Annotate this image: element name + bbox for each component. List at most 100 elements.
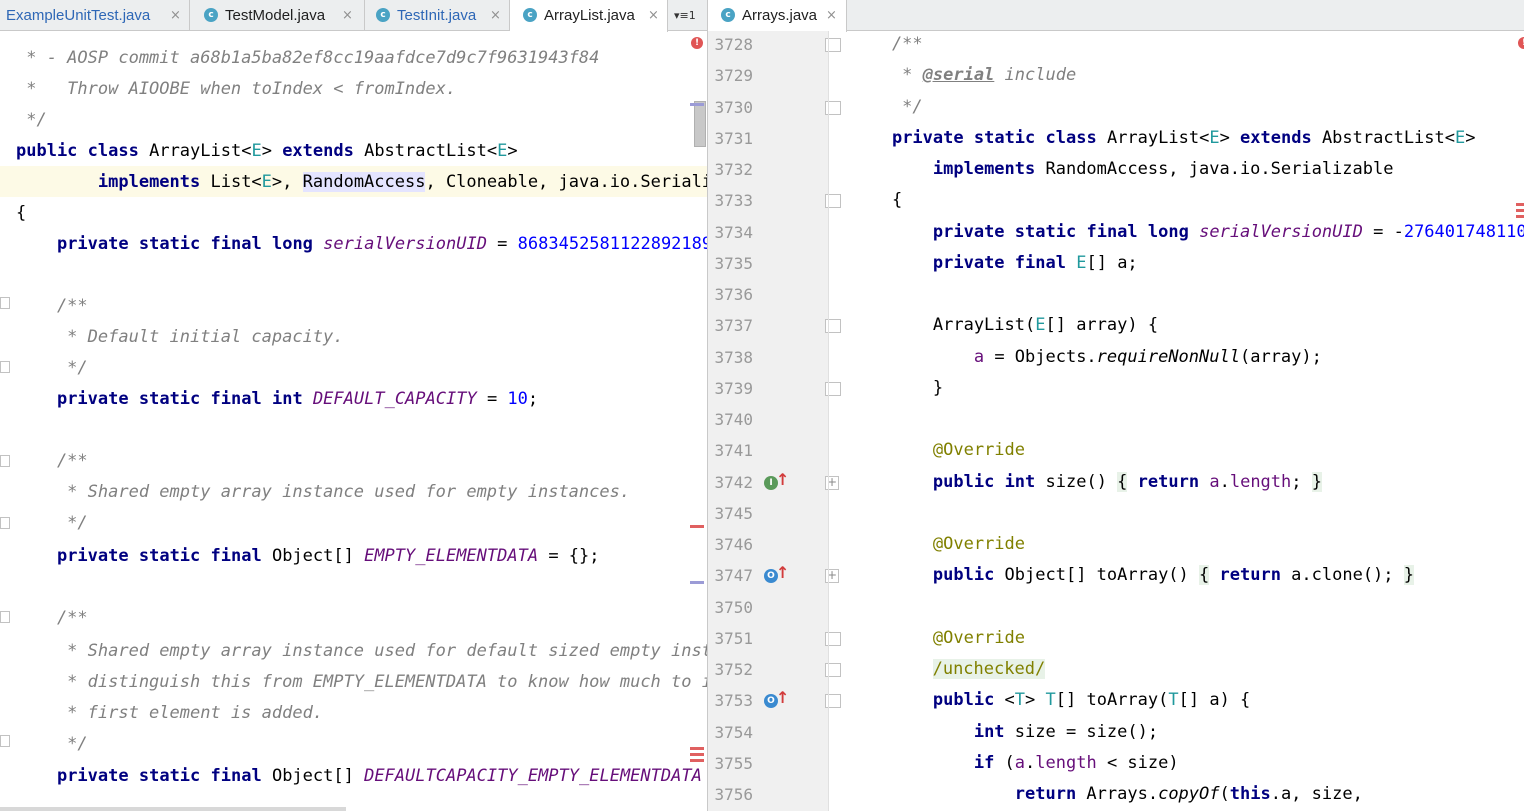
error-icon: !: [691, 37, 703, 49]
code-comment: * - AOSP commit a68b1a5ba82ef8cc19aafdce…: [16, 48, 600, 68]
close-icon[interactable]: ×: [648, 0, 659, 31]
line-number: 3733: [714, 191, 753, 211]
up-arrow-icon[interactable]: ↑: [776, 563, 789, 582]
code-line: private static final int DEFAULT_CAPACIT…: [56, 389, 539, 409]
tab-arraylist[interactable]: c ArrayList.java ×: [510, 0, 668, 32]
change-marker: [690, 103, 704, 106]
code-comment: * Shared empty array instance used for e…: [16, 482, 631, 502]
code-line: if (a.length < size): [973, 752, 1179, 773]
code-line: * Shared empty array instance used for d…: [16, 636, 707, 667]
error-marker: [1516, 209, 1524, 212]
code-line: {: [16, 203, 27, 223]
line-number: 3755: [714, 753, 753, 773]
left-tab-bar: ExampleUnitTest.java × c TestModel.java …: [0, 0, 707, 32]
line-number: 3750: [714, 597, 753, 617]
fold-marker[interactable]: [0, 735, 10, 747]
line-number: 3753: [714, 691, 753, 711]
code-line: * Default initial capacity.: [16, 322, 344, 353]
line-number: 3735: [714, 253, 753, 273]
line-number: 3732: [714, 160, 753, 179]
code-line: return Arrays.copyOf(this.a, size,: [1014, 784, 1363, 804]
line-number: 3747: [714, 566, 753, 586]
code-comment: */: [16, 110, 47, 130]
error-marker: [690, 525, 704, 528]
line-number: 3731: [714, 128, 753, 148]
tab-test-init[interactable]: c TestInit.java ×: [365, 0, 510, 31]
line-number: 3736: [714, 285, 753, 304]
code-line: implements List<E>, RandomAccess, Clonea…: [97, 172, 707, 192]
fold-marker[interactable]: [0, 517, 10, 529]
tab-label: Arrays.java: [742, 7, 818, 24]
line-number: 3756: [714, 785, 753, 804]
code-line: public int size() { return a.length; }: [932, 471, 1322, 492]
code-line: public Object[] toArray() { return a.clo…: [932, 565, 1415, 586]
tab-test-model[interactable]: c TestModel.java ×: [190, 0, 365, 31]
line-number: 3734: [714, 222, 753, 242]
tab-label: ExampleUnitTest.java: [6, 7, 151, 24]
change-marker: [690, 581, 704, 584]
code-line: private final E[] a;: [932, 252, 1138, 273]
code-line: private static final long serialVersionU…: [56, 234, 707, 254]
code-line: /**: [16, 446, 88, 477]
line-number: 3737: [714, 316, 753, 336]
line-number: 3729: [714, 66, 753, 86]
error-marker: [690, 759, 704, 762]
left-editor[interactable]: * - AOSP commit a68b1a5ba82ef8cc19aafdce…: [0, 31, 707, 811]
code-line: @Override: [932, 440, 1026, 461]
error-marker: [690, 753, 704, 756]
line-number: 3752: [714, 660, 753, 679]
error-marker: [1516, 215, 1524, 218]
scrollbar-thumb[interactable]: [694, 101, 706, 147]
line-number: 3745: [714, 503, 753, 523]
code-line: int size = size();: [973, 721, 1159, 742]
code-line: implements RandomAccess, java.io.Seriali…: [932, 159, 1394, 179]
code-comment: * Shared empty array instance used for d…: [67, 641, 707, 661]
code-line: private static final Object[] DEFAULTCAP…: [56, 766, 702, 786]
code-line: * distinguish this from EMPTY_ELEMENTDAT…: [16, 667, 707, 698]
code-comment: */: [16, 358, 88, 378]
line-number: 3746: [714, 535, 753, 554]
up-arrow-icon[interactable]: ↑: [776, 470, 789, 489]
code-comment: /**: [16, 608, 88, 628]
code-line: * - AOSP commit a68b1a5ba82ef8cc19aafdce…: [16, 43, 599, 74]
code-comment: * Throw AIOOBE when toIndex < fromIndex.: [16, 79, 457, 99]
fold-marker[interactable]: [0, 611, 10, 623]
fold-marker[interactable]: [0, 297, 10, 309]
class-icon: c: [376, 8, 390, 22]
line-number: 3741: [714, 441, 753, 461]
code-comment: * distinguish this from EMPTY_ELEMENTDAT…: [67, 672, 707, 692]
tab-example-unit-test[interactable]: ExampleUnitTest.java ×: [0, 0, 190, 31]
code-line: */: [851, 96, 923, 117]
code-comment: * Default initial capacity.: [16, 327, 344, 347]
fold-marker[interactable]: [0, 455, 10, 467]
up-arrow-icon[interactable]: ↑: [776, 688, 789, 707]
close-icon[interactable]: ×: [342, 0, 353, 31]
code-line: */: [16, 729, 88, 760]
tab-label: ArrayList.java: [544, 7, 635, 24]
close-icon[interactable]: ×: [490, 0, 501, 31]
code-line: */: [16, 353, 88, 384]
code-comment: */: [16, 734, 88, 754]
class-icon: c: [721, 8, 735, 22]
line-number: 3738: [714, 347, 753, 367]
close-icon[interactable]: ×: [826, 0, 837, 31]
code-line: /**: [851, 34, 923, 54]
close-icon[interactable]: ×: [170, 0, 181, 31]
code-line: a = Objects.requireNonNull(array);: [973, 346, 1322, 367]
code-comment: /**: [16, 296, 88, 316]
tab-overflow-button[interactable]: ▾≡1: [668, 0, 707, 31]
right-editor[interactable]: 3728 3729 3730 3731 3732 3733 3734 3735 3736 3737…: [708, 31, 1524, 811]
code-line: }: [851, 377, 944, 398]
tab-label: TestModel.java: [225, 7, 326, 24]
code-line: /**: [16, 291, 88, 322]
code-line: @Override: [932, 534, 1026, 554]
class-icon: c: [204, 8, 218, 22]
error-marker: [1516, 203, 1524, 206]
code-line: ArrayList(E[] array) {: [851, 315, 1159, 336]
line-number: 3740: [714, 410, 753, 429]
fold-marker[interactable]: [0, 361, 10, 373]
code-line: * first element is added.: [16, 698, 323, 729]
code-line: public <T> T[] toArray(T[] a) {: [932, 690, 1251, 711]
horizontal-scrollbar[interactable]: [0, 807, 346, 811]
tab-arrays[interactable]: c Arrays.java ×: [707, 0, 847, 32]
